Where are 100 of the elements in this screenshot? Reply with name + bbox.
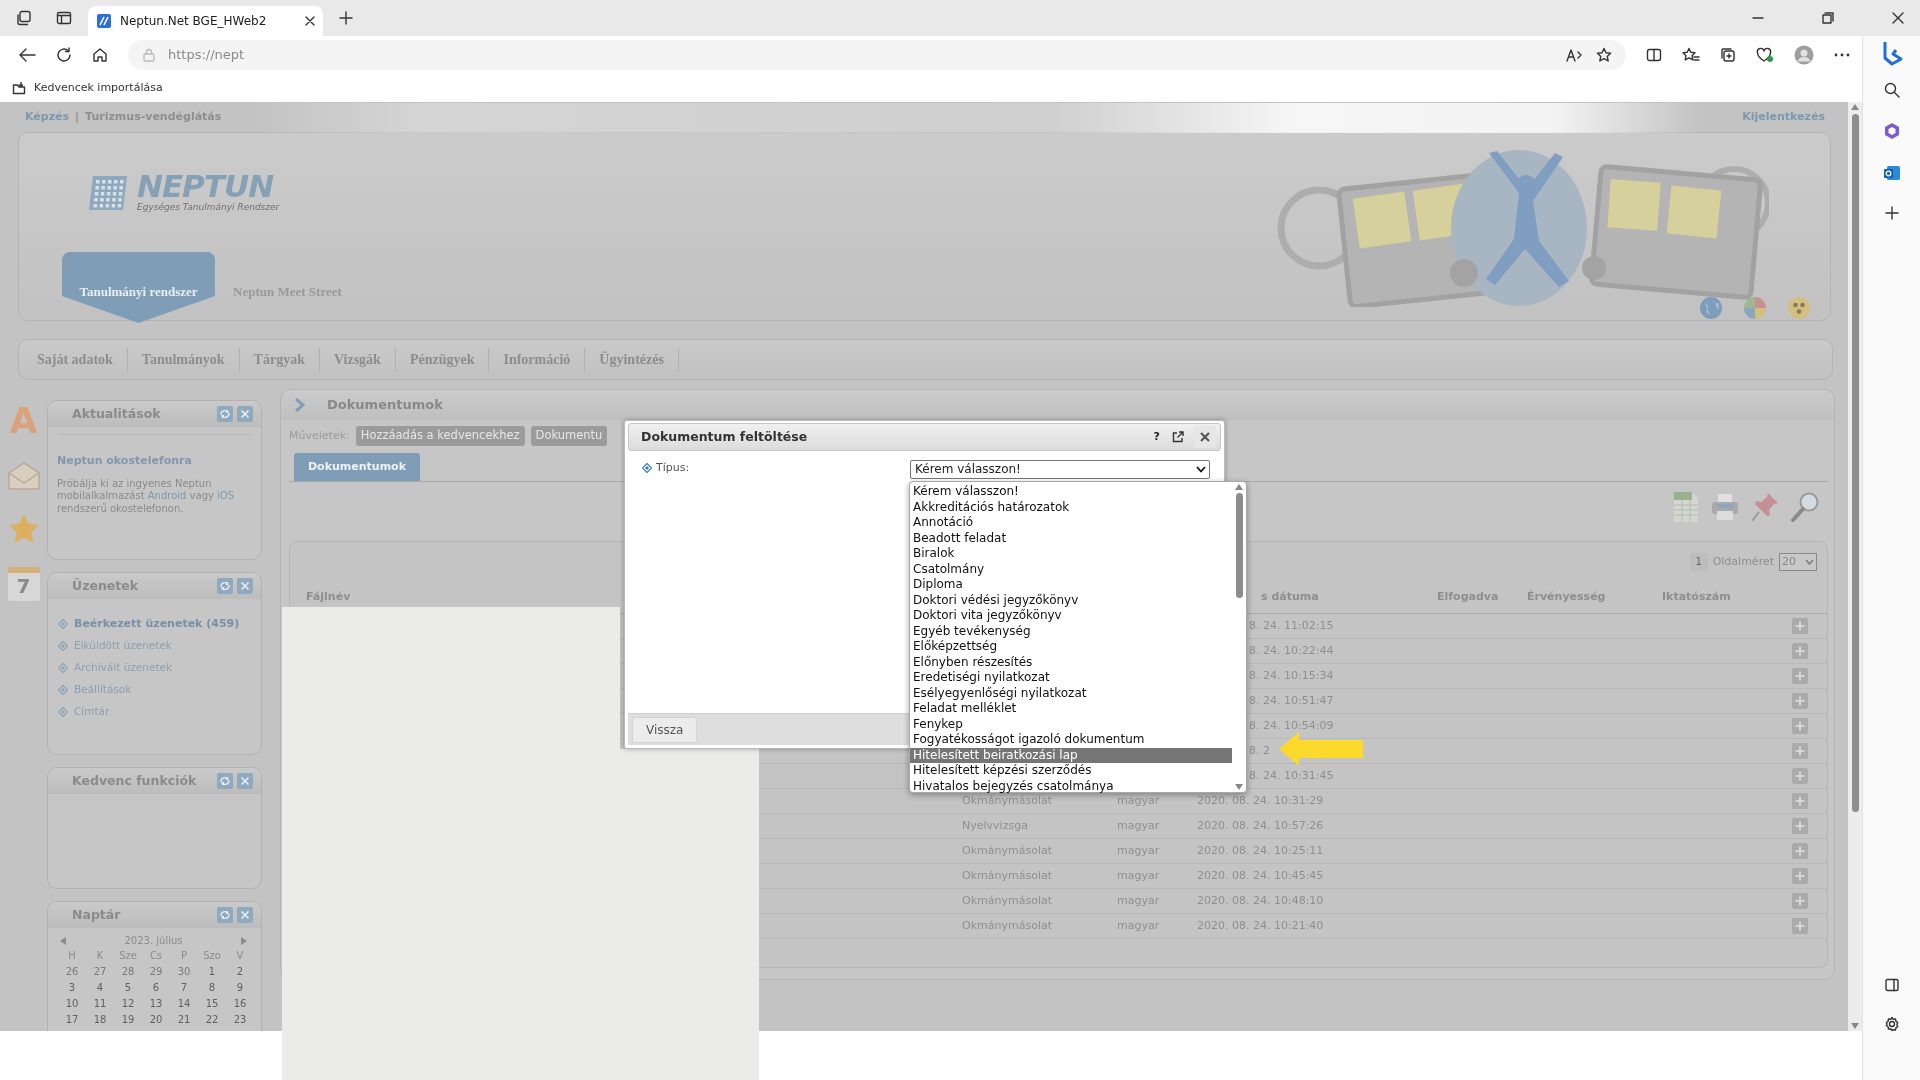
dropdown-option[interactable]: Csatolmány	[910, 561, 1232, 577]
dropdown-option[interactable]: Doktori vita jegyzőkönyv	[910, 608, 1232, 624]
dropdown-option[interactable]: Diploma	[910, 577, 1232, 593]
plus-button[interactable]	[1792, 768, 1808, 784]
message-link[interactable]: Beérkezett üzenetek (459)	[74, 615, 240, 633]
calendar-day[interactable]: 8	[198, 980, 226, 996]
pie-chart-icon[interactable]	[1743, 296, 1767, 320]
dropdown-option[interactable]: Beadott feladat	[910, 530, 1232, 546]
dropdown-option[interactable]: Egyéb tevékenység	[910, 623, 1232, 639]
dropdown-option[interactable]: Doktori védési jegyzőkönyv	[910, 592, 1232, 608]
plus-button[interactable]	[1792, 618, 1808, 634]
scroll-thumb[interactable]	[1851, 114, 1859, 812]
star-icon[interactable]	[7, 513, 40, 545]
tab-actions-icon[interactable]	[56, 10, 72, 26]
menu-item[interactable]: Ügyintézés	[585, 347, 679, 372]
calendar-day[interactable]: 3	[58, 980, 86, 996]
dropdown-option[interactable]: Akkreditációs határozatok	[910, 499, 1232, 515]
scrollbar[interactable]	[1848, 102, 1862, 1031]
menu-item[interactable]: Tanulmányok	[127, 347, 240, 372]
scrollbar[interactable]	[1232, 482, 1246, 792]
settings-icon[interactable]	[1883, 1016, 1900, 1032]
scroll-down-icon[interactable]	[1235, 784, 1243, 790]
calendar-day[interactable]: 10	[58, 996, 86, 1012]
dropdown-option[interactable]: Feladat melléklet	[910, 701, 1232, 717]
restore-icon[interactable]	[1822, 12, 1834, 24]
plus-button[interactable]	[1792, 843, 1808, 859]
home-icon[interactable]	[92, 47, 108, 63]
calendar-day[interactable]: 4	[86, 980, 114, 996]
calendar-day[interactable]: 18	[86, 1012, 114, 1028]
calendar-day[interactable]: 15	[198, 996, 226, 1012]
calendar-day[interactable]: 27	[86, 964, 114, 980]
calendar-icon[interactable]: 7	[7, 567, 40, 601]
menu-item[interactable]: Saját adatok	[23, 347, 128, 372]
menu-item[interactable]: Információ	[489, 347, 586, 372]
calendar-day[interactable]: 29	[142, 964, 170, 980]
heart-icon[interactable]	[1756, 47, 1774, 63]
system-tab[interactable]: Tanulmányi rendszer	[62, 252, 215, 323]
star-icon[interactable]	[1596, 47, 1612, 63]
more-icon[interactable]	[1834, 53, 1850, 57]
plus-icon[interactable]	[339, 11, 353, 25]
calendar-day[interactable]: 20	[142, 1012, 170, 1028]
calendar-day[interactable]: 11	[86, 996, 114, 1012]
plus-button[interactable]	[1792, 818, 1808, 834]
back-icon[interactable]	[18, 47, 36, 63]
plus-button[interactable]	[1792, 743, 1808, 759]
dropdown-option[interactable]: Esélyegyenlőségi nyilatkozat	[910, 685, 1232, 701]
calendar-day[interactable]: 9	[226, 980, 254, 996]
calendar-day[interactable]: 13	[142, 996, 170, 1012]
help-button[interactable]: ?	[1151, 428, 1162, 446]
calendar-day[interactable]: 17	[58, 1012, 86, 1028]
dots-icon[interactable]	[1787, 296, 1811, 320]
scroll-thumb[interactable]	[1235, 493, 1243, 598]
calendar-day[interactable]: 6	[142, 980, 170, 996]
plus-button[interactable]	[1792, 793, 1808, 809]
plus-button[interactable]	[1792, 668, 1808, 684]
calendar-day[interactable]: 2	[226, 964, 254, 980]
calendar-day[interactable]: 12	[114, 996, 142, 1012]
calendar-day[interactable]: 1	[198, 964, 226, 980]
scroll-up-icon[interactable]	[1235, 484, 1243, 490]
mail-icon[interactable]	[1882, 164, 1901, 182]
plus-button[interactable]	[1792, 693, 1808, 709]
dropdown-option[interactable]: Annotáció	[910, 515, 1232, 531]
dropdown-option[interactable]: Hitelesített beiratkozási lap	[910, 747, 1232, 763]
read-aloud-icon[interactable]	[1566, 47, 1584, 63]
search-icon[interactable]	[1883, 82, 1900, 98]
plus-button[interactable]	[1792, 868, 1808, 884]
documents-tab[interactable]: Dokumentumok	[294, 453, 420, 481]
calendar-day[interactable]: 21	[170, 1012, 198, 1028]
dropdown-option[interactable]: Biralok	[910, 546, 1232, 562]
import-favorites-link[interactable]: Kedvencek importálása	[34, 79, 163, 97]
page-number[interactable]: 1	[1689, 553, 1708, 571]
close-icon[interactable]	[1194, 426, 1216, 448]
back-button[interactable]: Vissza	[632, 716, 698, 743]
calendar-day[interactable]: 23	[226, 1012, 254, 1028]
calendar-day[interactable]: 16	[226, 996, 254, 1012]
split-screen-icon[interactable]	[1646, 47, 1662, 63]
menu-item[interactable]: Tárgyak	[239, 347, 320, 372]
popout-icon[interactable]	[1172, 431, 1184, 443]
next-icon[interactable]	[241, 937, 247, 945]
spreadsheet-icon[interactable]	[1672, 491, 1700, 523]
scroll-down-icon[interactable]	[1851, 1023, 1859, 1029]
address-field[interactable]: https://nept	[128, 40, 1626, 70]
plus-button[interactable]	[1792, 643, 1808, 659]
dropdown-option[interactable]: Hivatalos bejegyzés csatolmánya	[910, 778, 1232, 794]
previous-icon[interactable]	[60, 937, 66, 945]
plus-button[interactable]	[1792, 918, 1808, 934]
dropdown-option[interactable]: Fenykep	[910, 716, 1232, 732]
dropdown-option[interactable]: Hitelesített képzési szerződés	[910, 763, 1232, 779]
refresh-icon[interactable]	[56, 47, 72, 63]
hexagon-icon[interactable]	[1882, 122, 1901, 140]
dropdown-option[interactable]: Eredetiségi nyilatkozat	[910, 670, 1232, 686]
scroll-up-icon[interactable]	[1851, 104, 1859, 110]
favorites-icon[interactable]	[1682, 47, 1700, 63]
menu-item[interactable]: Vizsgák	[319, 347, 396, 372]
action-button[interactable]: Hozzáadás a kedvencekhez	[355, 426, 525, 446]
avatar-icon[interactable]	[1794, 45, 1814, 65]
close-icon[interactable]	[305, 16, 315, 26]
calendar-day[interactable]: 7	[170, 980, 198, 996]
workspaces-icon[interactable]	[16, 10, 32, 26]
calendar-day[interactable]: 14	[170, 996, 198, 1012]
